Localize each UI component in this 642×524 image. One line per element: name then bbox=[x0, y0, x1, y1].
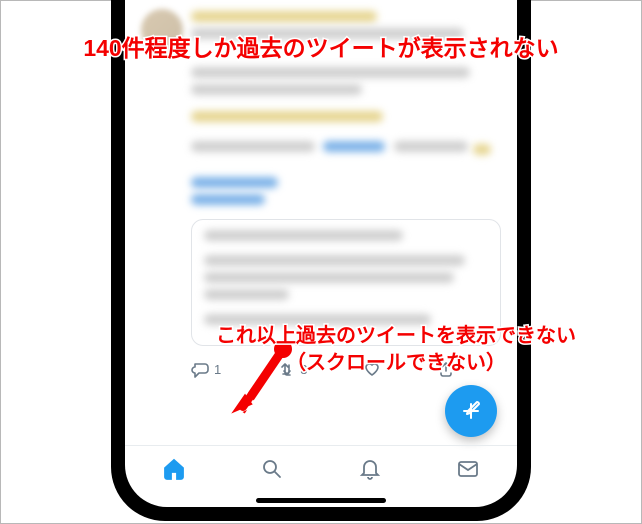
share-icon bbox=[437, 360, 455, 378]
envelope-icon bbox=[456, 457, 480, 481]
tweet-header bbox=[141, 9, 501, 51]
compose-tweet-button[interactable] bbox=[445, 385, 497, 437]
tweet-body bbox=[191, 67, 501, 95]
compose-icon bbox=[459, 399, 483, 423]
avatar[interactable] bbox=[141, 9, 183, 51]
home-indicator bbox=[256, 498, 386, 503]
retweet-button[interactable]: 3 bbox=[277, 360, 307, 378]
tweet-action-row: 1 3 bbox=[191, 360, 501, 378]
phone-screen: 1 3 bbox=[125, 0, 517, 507]
reply-count: 1 bbox=[214, 362, 221, 377]
home-icon bbox=[162, 457, 186, 481]
hashtags[interactable] bbox=[191, 177, 501, 205]
tweet-feed[interactable]: 1 3 bbox=[125, 0, 517, 401]
retweet-count: 3 bbox=[300, 362, 307, 377]
tab-search[interactable] bbox=[260, 457, 284, 486]
tab-messages[interactable] bbox=[456, 457, 480, 486]
reply-button[interactable]: 1 bbox=[191, 360, 221, 378]
reply-icon bbox=[191, 360, 209, 378]
tweet-body-line bbox=[191, 111, 501, 122]
like-button[interactable] bbox=[363, 360, 381, 378]
share-button[interactable] bbox=[437, 360, 455, 378]
like-icon bbox=[363, 360, 381, 378]
search-icon bbox=[260, 457, 284, 481]
retweet-icon bbox=[277, 360, 295, 378]
tweet-body-line bbox=[191, 138, 501, 161]
tab-home[interactable] bbox=[162, 457, 186, 486]
bottom-tab-bar bbox=[125, 445, 517, 497]
tweet-meta bbox=[191, 9, 501, 51]
quoted-tweet-card[interactable] bbox=[191, 219, 501, 346]
phone-frame: 1 3 bbox=[111, 0, 531, 521]
tab-notifications[interactable] bbox=[358, 457, 382, 486]
bell-icon bbox=[358, 457, 382, 481]
